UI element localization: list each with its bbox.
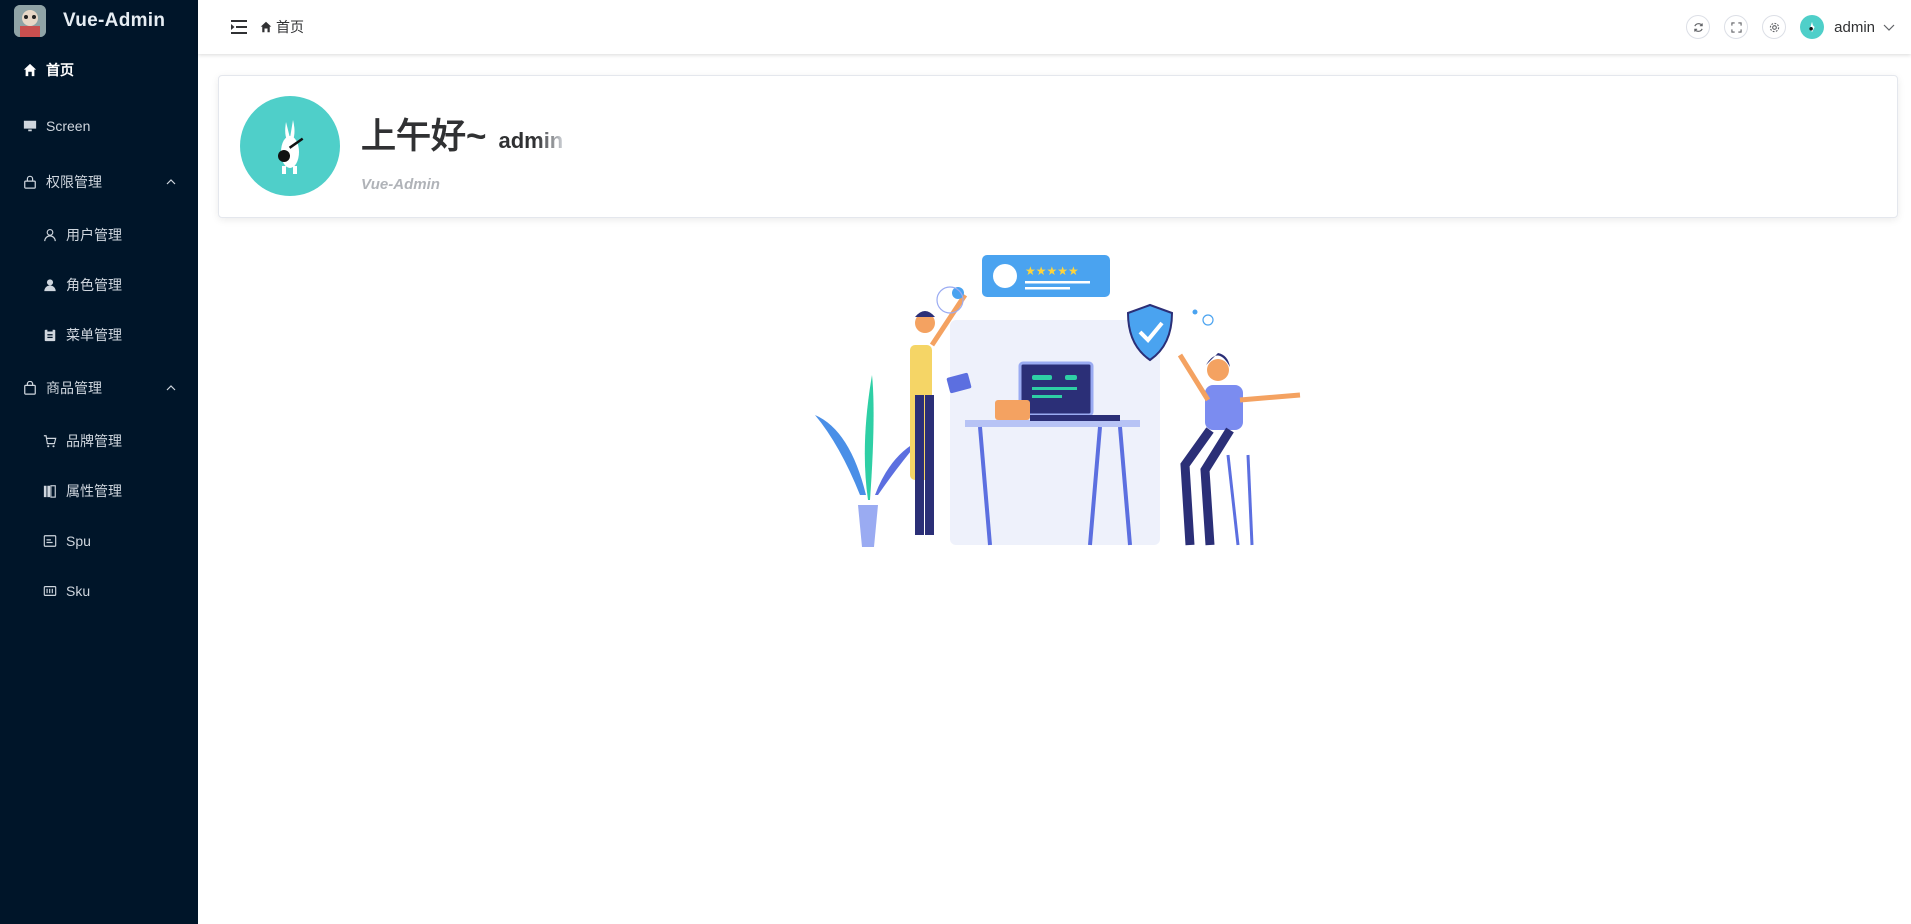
sidebar-item-attributes[interactable]: 属性管理 xyxy=(0,466,198,516)
sidebar-item-spu[interactable]: Spu xyxy=(0,516,198,566)
sidebar-item-label: Screen xyxy=(46,118,91,134)
sidebar-item-brands[interactable]: 品牌管理 xyxy=(0,416,198,466)
sidebar-item-label: 权限管理 xyxy=(46,174,102,190)
home-icon xyxy=(22,62,38,78)
user-menu-name[interactable]: admin xyxy=(1834,19,1875,36)
calendar-icon xyxy=(42,533,58,549)
chevron-up-icon xyxy=(166,177,176,187)
books-icon xyxy=(42,483,58,499)
greeting-username: admin xyxy=(498,128,564,153)
sidebar-item-label: Sku xyxy=(66,583,91,599)
sidebar-item-roles[interactable]: 角色管理 xyxy=(0,260,198,310)
welcome-illustration: ★★★★★ - xyxy=(815,255,1301,547)
chevron-up-icon xyxy=(166,383,176,393)
gear-icon xyxy=(1769,22,1780,33)
sidebar-item-label: 属性管理 xyxy=(66,483,122,499)
refresh-button[interactable] xyxy=(1686,15,1711,39)
sidebar: Vue-Admin 首页 Screen 权限管理 用户管理 角色管理 菜单管理 xyxy=(0,0,198,924)
fullscreen-button[interactable] xyxy=(1724,15,1749,39)
sidebar-item-products[interactable]: 商品管理 xyxy=(0,360,198,416)
fold-menu-icon[interactable] xyxy=(230,18,248,36)
sidebar-item-menus[interactable]: 菜单管理 xyxy=(0,310,198,360)
monitor-icon xyxy=(22,118,38,134)
bag-icon xyxy=(22,380,38,396)
logo-row: Vue-Admin xyxy=(0,0,198,42)
sidebar-item-screen[interactable]: Screen xyxy=(0,98,198,154)
sidebar-item-label: 角色管理 xyxy=(66,277,122,293)
sidebar-item-label: 品牌管理 xyxy=(66,433,122,449)
logo-image xyxy=(14,5,46,37)
sidebar-item-permissions[interactable]: 权限管理 xyxy=(0,154,198,210)
top-bar: 首页 admin xyxy=(198,0,1911,54)
chevron-down-icon[interactable] xyxy=(1883,21,1895,33)
breadcrumb-home[interactable]: 首页 xyxy=(276,17,304,37)
breadcrumb: 首页 xyxy=(260,17,304,37)
user-filled-icon xyxy=(42,277,58,293)
greeting-title: 上午好~ admin xyxy=(361,108,563,159)
sidebar-item-label: 菜单管理 xyxy=(66,327,122,343)
sidebar-item-home[interactable]: 首页 xyxy=(0,42,198,98)
header-actions: admin xyxy=(1672,15,1895,39)
sidebar-item-label: 用户管理 xyxy=(66,227,122,243)
fullscreen-icon xyxy=(1731,21,1742,33)
refresh-icon xyxy=(1693,22,1704,33)
sidebar-item-label: 商品管理 xyxy=(46,380,102,396)
lock-icon xyxy=(22,174,38,190)
sidebar-item-users[interactable]: 用户管理 xyxy=(0,210,198,260)
sidebar-item-label: Spu xyxy=(66,533,91,549)
settings-button[interactable] xyxy=(1762,15,1787,39)
home-icon xyxy=(260,21,272,33)
sidebar-item-sku[interactable]: Sku xyxy=(0,566,198,616)
sidebar-item-label: 首页 xyxy=(46,62,74,78)
user-icon xyxy=(42,227,58,243)
cart-icon xyxy=(42,433,58,449)
clipboard-icon xyxy=(42,327,58,343)
tickets-icon xyxy=(42,583,58,599)
avatar[interactable] xyxy=(1800,15,1825,39)
app-title: Vue-Admin xyxy=(63,10,166,31)
welcome-subtitle: Vue-Admin xyxy=(361,176,440,193)
greeting-text: 上午好~ xyxy=(361,117,487,156)
welcome-card: 上午好~ admin Vue-Admin xyxy=(218,75,1898,218)
svg-text:★★★★★: ★★★★★ xyxy=(1025,264,1079,278)
side-menu: 首页 Screen 权限管理 用户管理 角色管理 菜单管理 商品管理 品牌管理 … xyxy=(0,42,198,616)
user-avatar-large xyxy=(240,96,340,196)
